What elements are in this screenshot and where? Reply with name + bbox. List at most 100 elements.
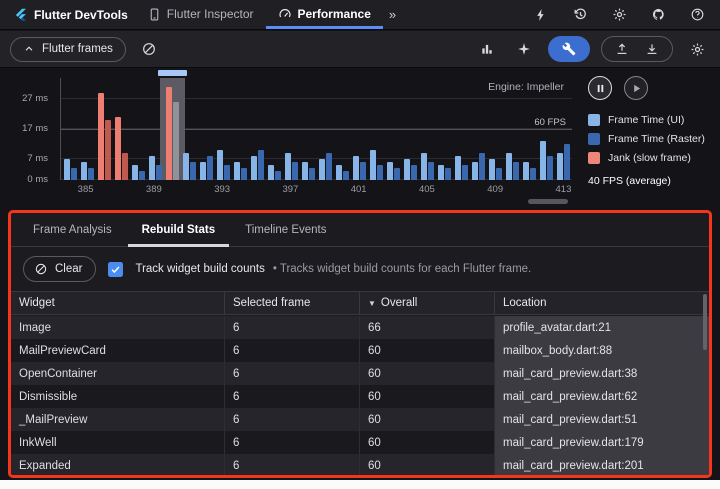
frame-bar-group[interactable] bbox=[164, 78, 181, 180]
cell-location: mailbox_body.dart:88 bbox=[495, 339, 709, 362]
cell-widget: Dismissible bbox=[11, 385, 225, 408]
raster-bar bbox=[292, 162, 298, 180]
cell-overall: 60 bbox=[360, 431, 495, 454]
panel-tab-bar: Frame AnalysisRebuild StatsTimeline Even… bbox=[11, 213, 709, 247]
raster-bar bbox=[190, 162, 196, 180]
x-axis-label: 409 bbox=[487, 184, 503, 195]
screenshot-bottom-margin bbox=[0, 480, 720, 489]
raster-bar bbox=[530, 168, 536, 180]
panel-tab-rebuild-stats[interactable]: Rebuild Stats bbox=[128, 215, 229, 247]
header-actions bbox=[528, 0, 714, 29]
legend-label: Jank (slow frame) bbox=[608, 152, 691, 164]
history-icon-button[interactable] bbox=[567, 2, 593, 28]
chart-settings-button[interactable] bbox=[684, 36, 710, 62]
raster-bar bbox=[479, 153, 485, 180]
chart-scrollbar[interactable] bbox=[60, 199, 576, 205]
column-header[interactable]: ▼Overall bbox=[360, 292, 495, 314]
table-row[interactable]: Dismissible660mail_card_preview.dart:62 bbox=[11, 385, 709, 408]
block-icon bbox=[141, 41, 157, 57]
raster-bar bbox=[394, 168, 400, 180]
ui-bar bbox=[166, 87, 172, 180]
table-row[interactable]: InkWell660mail_card_preview.dart:179 bbox=[11, 431, 709, 454]
panel-tab-frame-analysis[interactable]: Frame Analysis bbox=[19, 215, 126, 247]
raster-bar bbox=[360, 162, 366, 180]
wrench-toggle-button[interactable] bbox=[548, 36, 590, 62]
raster-bar bbox=[326, 153, 332, 180]
flutter-frames-toggle[interactable]: Flutter frames bbox=[10, 37, 126, 62]
cell-overall: 66 bbox=[360, 316, 495, 339]
chart-y-axis: 27 ms17 ms7 ms0 ms bbox=[0, 78, 54, 180]
play-icon bbox=[631, 83, 642, 94]
ui-bar bbox=[251, 156, 257, 180]
app-title: Flutter DevTools bbox=[34, 8, 128, 22]
table-scrollbar-thumb[interactable] bbox=[703, 294, 707, 350]
github-icon bbox=[651, 7, 666, 22]
ui-bar bbox=[472, 162, 478, 180]
cell-selected_frame: 6 bbox=[225, 316, 360, 339]
legend-label: Frame Time (UI) bbox=[608, 114, 684, 126]
history-icon bbox=[573, 7, 588, 22]
clear-button[interactable]: Clear bbox=[23, 256, 96, 282]
chart-scrollbar-thumb[interactable] bbox=[528, 199, 568, 204]
table-row[interactable]: Expanded660mail_card_preview.dart:201 bbox=[11, 454, 709, 475]
cell-location: profile_avatar.dart:21 bbox=[495, 316, 709, 339]
github-icon-button[interactable] bbox=[645, 2, 671, 28]
table-row[interactable]: Image666profile_avatar.dart:21 bbox=[11, 316, 709, 339]
ui-bar bbox=[455, 156, 461, 180]
fps-60-label: 60 FPS bbox=[534, 117, 566, 128]
clear-button-label: Clear bbox=[55, 263, 82, 275]
raster-bar bbox=[513, 162, 519, 180]
legend-swatch bbox=[588, 133, 600, 145]
bar-chart-icon-button[interactable] bbox=[474, 36, 500, 62]
bolt-icon bbox=[534, 8, 548, 22]
column-header[interactable]: Location bbox=[495, 292, 709, 314]
flutter-logo-icon bbox=[14, 8, 28, 22]
column-header[interactable]: Widget bbox=[11, 292, 225, 314]
ui-bar bbox=[438, 165, 444, 180]
checkmark-icon bbox=[110, 264, 121, 275]
track-widget-builds-checkbox[interactable] bbox=[108, 262, 123, 277]
resume-recording-button[interactable] bbox=[624, 76, 648, 100]
cell-overall: 60 bbox=[360, 408, 495, 431]
column-header[interactable]: Selected frame bbox=[225, 292, 360, 314]
frames-chart: 27 ms17 ms7 ms0 ms Engine: Impeller 60 F… bbox=[0, 68, 580, 210]
ui-bar bbox=[132, 165, 138, 180]
enhance-tracing-button[interactable] bbox=[511, 36, 537, 62]
rebuild-stats-panel: Frame AnalysisRebuild StatsTimeline Even… bbox=[8, 210, 712, 478]
ui-bar bbox=[200, 162, 206, 180]
tab-label: Flutter Inspector bbox=[167, 7, 254, 21]
raster-bar bbox=[258, 150, 264, 180]
rebuild-stats-controls: Clear Track widget build counts • Tracks… bbox=[11, 247, 709, 291]
recording-controls bbox=[588, 76, 720, 100]
table-row[interactable]: OpenContainer660mail_card_preview.dart:3… bbox=[11, 362, 709, 385]
cell-overall: 60 bbox=[360, 339, 495, 362]
x-axis-label: 401 bbox=[351, 184, 367, 195]
import-button[interactable] bbox=[643, 38, 661, 60]
ui-bar bbox=[217, 150, 223, 180]
enhance-tracing-icon bbox=[517, 42, 531, 56]
raster-bar bbox=[275, 171, 281, 180]
chart-legend: Frame Time (UI)Frame Time (Raster)Jank (… bbox=[588, 114, 720, 164]
raster-bar bbox=[139, 171, 145, 180]
export-button[interactable] bbox=[613, 38, 631, 60]
cell-selected_frame: 6 bbox=[225, 454, 360, 475]
cell-overall: 60 bbox=[360, 454, 495, 475]
tab-flutter-inspector[interactable]: Flutter Inspector bbox=[136, 0, 266, 29]
bolt-icon-button[interactable] bbox=[528, 2, 554, 28]
chevron-up-icon bbox=[23, 43, 35, 55]
x-axis-label: 385 bbox=[78, 184, 94, 195]
panel-tab-timeline-events[interactable]: Timeline Events bbox=[231, 215, 340, 247]
pause-recording-button[interactable] bbox=[588, 76, 612, 100]
disable-frames-button[interactable] bbox=[136, 36, 162, 62]
raster-bar bbox=[377, 165, 383, 180]
cell-widget: MailPreviewCard bbox=[11, 339, 225, 362]
table-row[interactable]: MailPreviewCard660mailbox_body.dart:88 bbox=[11, 339, 709, 362]
tab-performance[interactable]: Performance bbox=[266, 0, 383, 29]
frame-bar-group[interactable] bbox=[96, 78, 113, 180]
table-row[interactable]: _MailPreview660mail_card_preview.dart:51 bbox=[11, 408, 709, 431]
cell-selected_frame: 6 bbox=[225, 385, 360, 408]
legend-swatch bbox=[588, 152, 600, 164]
tab-overflow-chevron[interactable]: » bbox=[383, 0, 402, 29]
help-icon-button[interactable] bbox=[684, 2, 710, 28]
settings-gear-icon-button[interactable] bbox=[606, 2, 632, 28]
